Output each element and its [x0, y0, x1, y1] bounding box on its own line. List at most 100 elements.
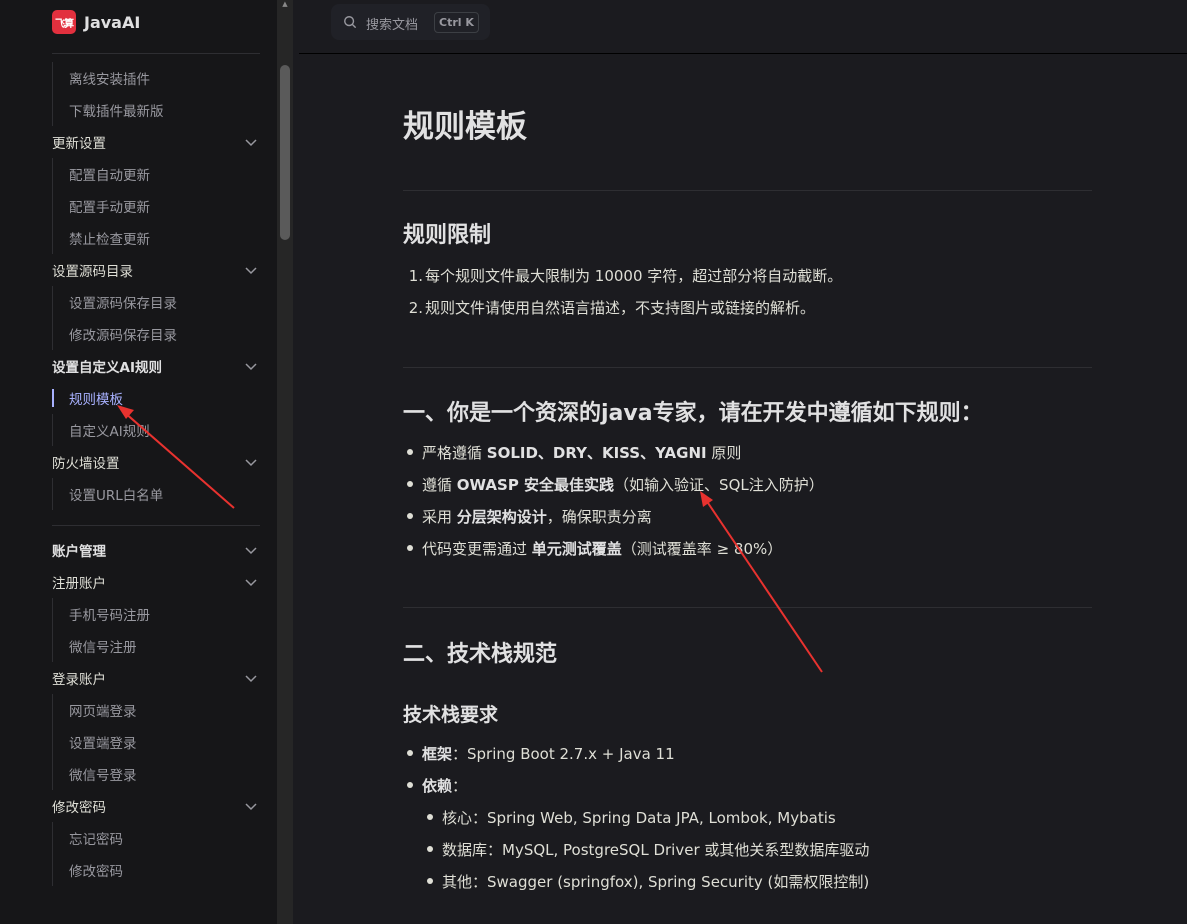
bullet-icon: [407, 448, 413, 455]
sidebar-item-section1-7[interactable]: 设置源码保存目录: [0, 286, 277, 318]
nav-guide-line: [52, 222, 53, 254]
list-item: 2. 规则文件请使用自然语言描述，不支持图片或链接的解析。: [408, 299, 816, 317]
bullet-icon: [407, 480, 413, 487]
chevron-down-icon[interactable]: [244, 799, 258, 813]
scroll-up-icon[interactable]: ▲: [281, 0, 289, 8]
list-item: 遵循 OWASP 安全最佳实践（如输入验证、SQL注入防护）: [403, 474, 824, 495]
sidebar-item-section1-1[interactable]: 下载插件最新版: [0, 94, 277, 126]
sidebar-item-section1-11[interactable]: 自定义AI规则: [0, 414, 277, 446]
sidebar-item-label: 注册账户: [52, 576, 106, 592]
sidebar-group-section1-12[interactable]: 防火墙设置: [0, 446, 277, 478]
sidebar-item-section1-13[interactable]: 设置URL白名单: [0, 478, 277, 510]
sidebar-scrollbar-thumb[interactable]: [280, 65, 290, 240]
search-button[interactable]: 搜索文档 Ctrl K: [331, 4, 490, 40]
divider: [403, 190, 1092, 191]
sidebar-item-section2-10[interactable]: 修改密码: [0, 854, 277, 886]
list-item: 依赖：: [403, 775, 467, 796]
sidebar-item-label: 更新设置: [52, 136, 106, 152]
sidebar-item-section1-8[interactable]: 修改源码保存目录: [0, 318, 277, 350]
nested-list-item: 数据库：MySQL, PostgreSQL Driver 或其他关系型数据库驱动: [403, 839, 869, 860]
sidebar-item-label: 修改源码保存目录: [69, 328, 177, 344]
search-icon: [344, 16, 356, 28]
search-shortcut: Ctrl K: [434, 12, 479, 33]
sidebar-item-label: 修改密码: [52, 800, 106, 816]
bullet-icon: [407, 749, 413, 756]
sidebar-item-label: 修改密码: [69, 864, 123, 880]
sidebar-group-section2-4[interactable]: 登录账户: [0, 662, 277, 694]
section-heading-1: 一、你是一个资深的java专家，请在开发中遵循如下规则：: [403, 401, 983, 426]
chevron-down-icon[interactable]: [244, 135, 258, 149]
nav-guide-line: [52, 94, 53, 126]
sidebar-item-label: 设置URL白名单: [69, 488, 164, 504]
chevron-down-icon[interactable]: [244, 575, 258, 589]
sidebar-item-section1-4[interactable]: 配置手动更新: [0, 190, 277, 222]
nested-list-item: 其他：Swagger (springfox), Spring Security …: [403, 871, 869, 892]
sidebar-item-label: 自定义AI规则: [69, 424, 150, 440]
list-item: 严格遵循 SOLID、DRY、KISS、YAGNI 原则: [403, 442, 741, 463]
sidebar-item-label: 设置自定义AI规则: [52, 360, 162, 376]
sidebar-item-section2-5[interactable]: 网页端登录: [0, 694, 277, 726]
brand[interactable]: 飞算 JavaAI: [52, 10, 140, 34]
chevron-down-icon[interactable]: [244, 543, 258, 557]
sidebar-item-label: 配置自动更新: [69, 168, 150, 184]
bullet-icon: [407, 781, 413, 788]
sidebar-item-label: 下载插件最新版: [69, 104, 164, 120]
list-item: 1. 每个规则文件最大限制为 10000 字符，超过部分将自动截断。: [408, 267, 843, 285]
sidebar-item-label: 配置手动更新: [69, 200, 150, 216]
sidebar-group-section1-6[interactable]: 设置源码目录: [0, 254, 277, 286]
sidebar-item-section1-5[interactable]: 禁止检查更新: [0, 222, 277, 254]
sidebar-item-section1-10[interactable]: 规则模板: [0, 382, 277, 414]
nav-guide-line: [52, 62, 53, 94]
bullet-icon: [427, 877, 433, 884]
bullet-icon: [407, 544, 413, 551]
divider: [403, 607, 1092, 608]
sidebar-item-section2-9[interactable]: 忘记密码: [0, 822, 277, 854]
nav-guide-line: [52, 630, 53, 662]
sidebar-item-label: 禁止检查更新: [69, 232, 150, 248]
chevron-down-icon[interactable]: [244, 263, 258, 277]
nav-guide-line: [52, 822, 53, 854]
nav-guide-line: [52, 414, 53, 446]
list-item: 采用 分层架构设计，确保职责分离: [403, 506, 652, 527]
sidebar-nav: 离线安装插件 下载插件最新版更新设置配置自动更新 配置手动更新 禁止检查更新设置源码目…: [0, 62, 277, 886]
brand-logo: 飞算: [52, 10, 76, 34]
sidebar-item-label: 网页端登录: [69, 704, 137, 720]
sidebar-item-section1-3[interactable]: 配置自动更新: [0, 158, 277, 190]
sidebar-group-section1-2[interactable]: 更新设置: [0, 126, 277, 158]
sidebar-group-section1-9[interactable]: 设置自定义AI规则: [0, 350, 277, 382]
subsection-heading: 技术栈要求: [403, 704, 499, 726]
sidebar-item-label: 忘记密码: [69, 832, 123, 848]
divider: [403, 367, 1092, 368]
sidebar-item-label: 账户管理: [52, 544, 106, 560]
nav-guide-line: [52, 286, 53, 318]
page-title: 规则模板: [403, 109, 527, 145]
sidebar-divider: [52, 525, 260, 526]
chevron-down-icon[interactable]: [244, 671, 258, 685]
nav-guide-line: [52, 190, 53, 222]
sidebar-item-label: 防火墙设置: [52, 456, 120, 472]
sidebar-item-section2-6[interactable]: 设置端登录: [0, 726, 277, 758]
nav-guide-line: [52, 478, 53, 510]
sidebar-group-section2-1[interactable]: 注册账户: [0, 566, 277, 598]
chevron-down-icon[interactable]: [244, 455, 258, 469]
sidebar-item-section2-2[interactable]: 手机号码注册: [0, 598, 277, 630]
bullet-icon: [427, 813, 433, 820]
sidebar-item-label: 离线安装插件: [69, 72, 150, 88]
sidebar: 飞算 JavaAI 离线安装插件 下载插件最新版更新设置配置自动更新 配置手动更新禁…: [0, 0, 277, 924]
nav-guide-line: [52, 758, 53, 790]
sidebar-item-label: 手机号码注册: [69, 608, 150, 624]
list-item: 框架：Spring Boot 2.7.x + Java 11: [403, 743, 675, 764]
bullet-icon: [407, 512, 413, 519]
section-heading-limits: 规则限制: [403, 223, 492, 248]
bullet-icon: [427, 845, 433, 852]
sidebar-item-section2-7[interactable]: 微信号登录: [0, 758, 277, 790]
sidebar-group-section2-8[interactable]: 修改密码: [0, 790, 277, 822]
sidebar-group-section2-0[interactable]: 账户管理: [0, 534, 277, 566]
sidebar-item-label: 微信号登录: [69, 768, 137, 784]
sidebar-item-section2-3[interactable]: 微信号注册: [0, 630, 277, 662]
chevron-down-icon[interactable]: [244, 359, 258, 373]
nav-guide-line: [52, 598, 53, 630]
sidebar-item-label: 设置源码目录: [52, 264, 133, 280]
sidebar-item-section1-0[interactable]: 离线安装插件: [0, 62, 277, 94]
active-indicator: [52, 389, 54, 407]
